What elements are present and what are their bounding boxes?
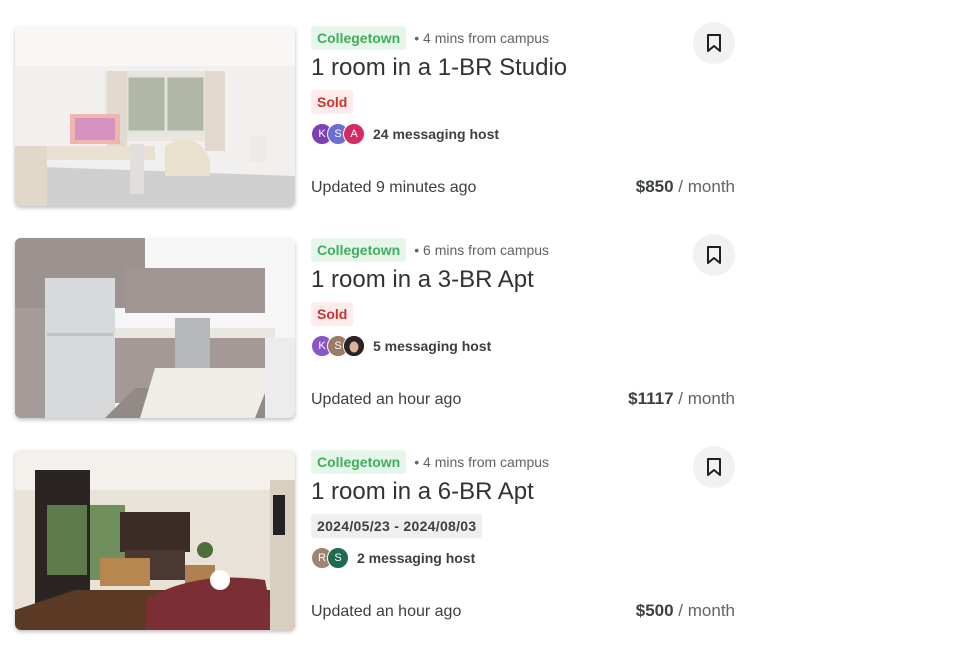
- date-range-badge: 2024/05/23 - 2024/08/03: [311, 514, 483, 538]
- messaging-count: 5 messaging host: [373, 338, 492, 354]
- distance-text: • 4 mins from campus: [414, 30, 550, 46]
- distance-text: • 4 mins from campus: [414, 454, 550, 470]
- bookmark-button[interactable]: [693, 234, 735, 276]
- area-badge: Collegetown: [311, 450, 407, 474]
- price-period: / month: [673, 389, 735, 408]
- price: $500 / month: [636, 601, 735, 621]
- kitchen-photo[interactable]: [15, 238, 295, 418]
- bookmark-icon: [707, 458, 721, 476]
- price: $1117 / month: [628, 389, 735, 409]
- studio-room-photo[interactable]: [15, 26, 295, 206]
- listing-card[interactable]: Collegetown • 4 mins from campus 1 room …: [0, 446, 969, 649]
- messaging-count: 24 messaging host: [373, 126, 500, 142]
- listing-title[interactable]: 1 room in a 1-BR Studio: [311, 54, 567, 82]
- avatar-photo: [343, 335, 365, 357]
- price-period: / month: [673, 601, 735, 620]
- bookmark-button[interactable]: [693, 22, 735, 64]
- messaging-hosts: K S 5 messaging host: [311, 335, 491, 357]
- price-period: / month: [673, 177, 735, 196]
- sold-badge: Sold: [311, 90, 354, 114]
- listing-card[interactable]: Collegetown • 6 mins from campus 1 room …: [0, 234, 969, 437]
- price-amount: $850: [635, 177, 674, 196]
- area-badge: Collegetown: [311, 26, 407, 50]
- price-amount: $500: [635, 601, 674, 620]
- living-room-photo[interactable]: [15, 450, 295, 630]
- bookmark-icon: [707, 34, 721, 52]
- price: $850 / month: [636, 177, 735, 197]
- area-badge: Collegetown: [311, 238, 407, 262]
- messaging-hosts: K S A 24 messaging host: [311, 123, 499, 145]
- updated-time: Updated an hour ago: [311, 391, 462, 408]
- price-amount: $1117: [628, 389, 674, 408]
- sold-badge: Sold: [311, 302, 354, 326]
- avatar: S: [327, 547, 349, 569]
- bookmark-button[interactable]: [693, 446, 735, 488]
- updated-time: Updated 9 minutes ago: [311, 179, 477, 196]
- listing-title[interactable]: 1 room in a 3-BR Apt: [311, 266, 534, 294]
- messaging-hosts: R S 2 messaging host: [311, 547, 475, 569]
- distance-text: • 6 mins from campus: [414, 242, 550, 258]
- messaging-count: 2 messaging host: [357, 550, 476, 566]
- updated-time: Updated an hour ago: [311, 603, 462, 620]
- avatar: A: [343, 123, 365, 145]
- listing-title[interactable]: 1 room in a 6-BR Apt: [311, 478, 534, 506]
- bookmark-icon: [707, 246, 721, 264]
- listing-card[interactable]: Collegetown • 4 mins from campus 1 room …: [0, 22, 969, 225]
